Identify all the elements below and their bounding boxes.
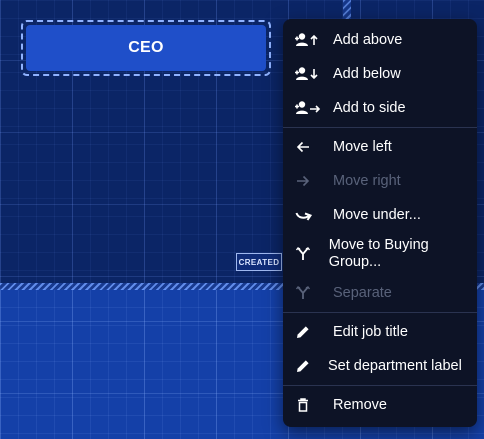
menu-item-add-to-side[interactable]: Add to side — [283, 91, 477, 125]
context-menu: Add above Add below Add to side Move lef… — [283, 19, 477, 427]
menu-item-label: Add above — [333, 31, 403, 48]
menu-item-separate[interactable]: Separate — [283, 276, 477, 310]
person-add-down-icon — [295, 66, 323, 82]
menu-item-label: Move to Buying Group... — [328, 237, 429, 270]
menu-item-move-left[interactable]: Move left — [283, 130, 477, 164]
trash-icon — [295, 397, 319, 413]
menu-item-label: Move left — [333, 138, 392, 155]
fork-icon — [295, 246, 318, 262]
node-title: CEO — [128, 39, 164, 56]
arrow-curve-under-icon — [295, 207, 319, 223]
pencil-icon — [295, 324, 319, 340]
created-badge: CREATED — [236, 253, 282, 271]
person-add-side-icon — [295, 100, 323, 116]
menu-item-set-department-label[interactable]: Set department label — [283, 349, 477, 383]
created-badge-label: CREATED — [238, 257, 280, 267]
menu-item-move-to-buying-group[interactable]: Move to Buying Group... — [283, 232, 477, 276]
menu-item-move-right[interactable]: Move right — [283, 164, 477, 198]
ceo-node-selection[interactable]: CEO — [21, 20, 271, 76]
menu-item-add-below[interactable]: Add below — [283, 57, 477, 91]
menu-item-add-above[interactable]: Add above — [283, 23, 477, 57]
menu-item-label: Remove — [333, 396, 387, 413]
column-boundary-stripe — [343, 0, 351, 20]
menu-item-label: Move right — [333, 172, 401, 189]
fork-icon — [295, 285, 319, 301]
arrow-left-icon — [295, 139, 319, 155]
menu-item-move-under[interactable]: Move under... — [283, 198, 477, 232]
menu-item-label: Edit job title — [333, 323, 408, 340]
menu-separator — [283, 312, 477, 313]
menu-item-label: Set department label — [328, 357, 462, 374]
menu-item-label: Separate — [333, 284, 392, 301]
person-add-up-icon — [295, 32, 323, 48]
menu-item-label: Add below — [333, 65, 401, 82]
arrow-right-icon — [295, 173, 319, 189]
menu-separator — [283, 127, 477, 128]
pencil-icon — [295, 358, 319, 374]
menu-item-edit-job-title[interactable]: Edit job title — [283, 315, 477, 349]
menu-item-label: Move under... — [333, 206, 421, 223]
ceo-node-card[interactable]: CEO — [26, 25, 266, 71]
menu-item-remove[interactable]: Remove — [283, 388, 477, 422]
menu-separator — [283, 385, 477, 386]
menu-item-label: Add to side — [333, 99, 406, 116]
